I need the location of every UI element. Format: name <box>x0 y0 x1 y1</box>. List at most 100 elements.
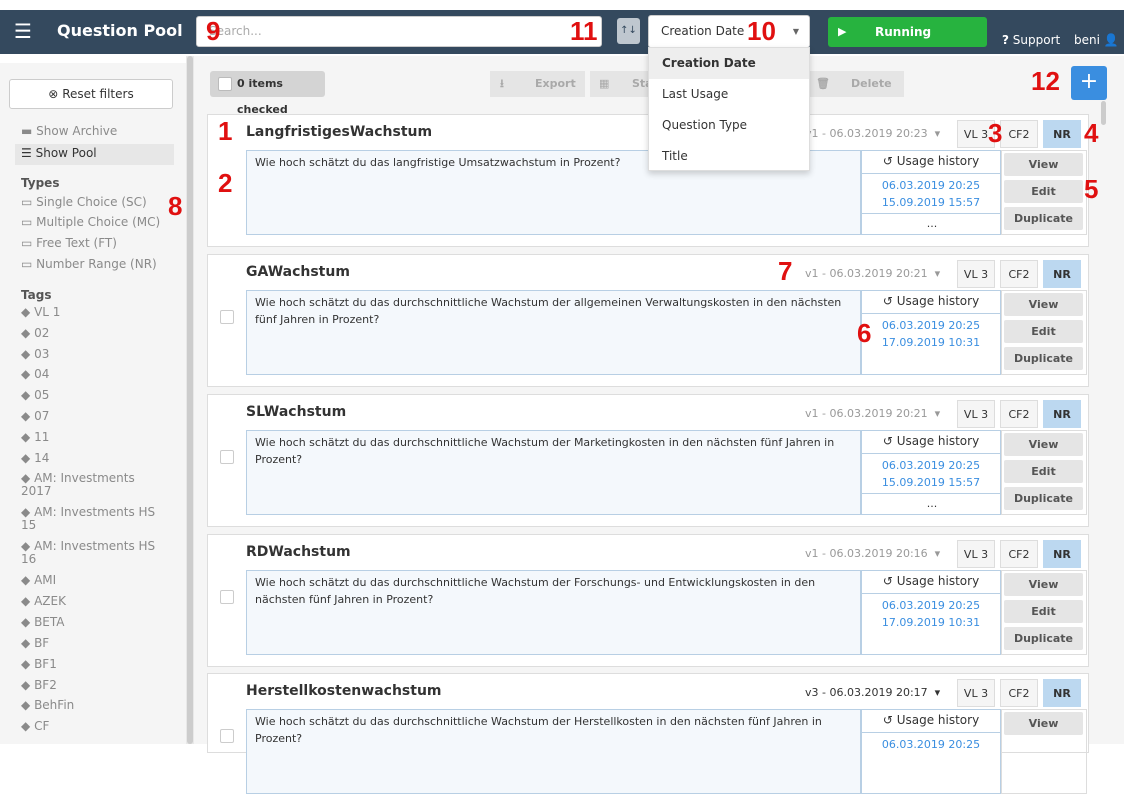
usage-date[interactable]: 17.09.2019 10:31 <box>862 614 1000 631</box>
sidebar-show-archive[interactable]: ▬ Show Archive <box>21 124 117 138</box>
tag-filter[interactable]: ◆ CF <box>21 719 49 733</box>
usage-date[interactable]: 06.03.2019 20:25 <box>862 733 1000 753</box>
question-checkbox[interactable] <box>220 450 234 464</box>
usage-date[interactable]: 15.09.2019 15:57 <box>862 194 1000 211</box>
tag-filter[interactable]: ◆ BehFin <box>21 698 74 712</box>
action-buttons: View <box>1001 709 1087 794</box>
action-buttons: View Edit Duplicate <box>1001 430 1087 515</box>
tag-filter[interactable]: ◆ 04 <box>21 367 49 381</box>
usage-date[interactable]: 06.03.2019 20:25 <box>862 454 1000 474</box>
question-title[interactable]: Herstellkostenwachstum <box>246 683 442 699</box>
version-select[interactable]: v3 - 06.03.2019 20:17 ▾ <box>805 686 940 699</box>
question-title[interactable]: RDWachstum <box>246 544 351 560</box>
delete-button[interactable]: 🗑 Delete <box>810 71 904 97</box>
main-scrollbar[interactable] <box>1101 101 1106 125</box>
question-title[interactable]: GAWachstum <box>246 264 350 280</box>
folder-icon: ▭ <box>21 215 33 229</box>
tag-badge: CF2 <box>1000 120 1038 148</box>
tag-filter[interactable]: ◆ BF <box>21 636 49 650</box>
tag-filter[interactable]: ◆ 05 <box>21 388 49 402</box>
version-select[interactable]: v1 - 06.03.2019 20:23 ▾ <box>805 127 940 140</box>
tag-filter[interactable]: ◆ 02 <box>21 326 49 340</box>
tag-icon: ◆ <box>21 430 31 444</box>
usage-more[interactable]: ... <box>862 493 1002 515</box>
statistics-button[interactable]: ▦Statistics <box>590 71 650 97</box>
sort-option[interactable]: Title <box>649 141 809 172</box>
view-button[interactable]: View <box>1004 153 1083 176</box>
usage-date[interactable]: 17.09.2019 10:31 <box>862 334 1000 351</box>
question-text: Wie hoch schätzt du das durchschnittlich… <box>246 430 861 515</box>
tag-filter[interactable]: ◆ AM: Investments HS 16 <box>21 540 161 566</box>
tag-filter[interactable]: ◆ AZEK <box>21 594 66 608</box>
version-label: v1 - 06.03.2019 20:21 <box>805 407 928 420</box>
tag-filter[interactable]: ◆ VL 1 <box>21 305 60 319</box>
tag-filter[interactable]: ◆ 11 <box>21 430 49 444</box>
duplicate-button[interactable]: Duplicate <box>1004 207 1083 230</box>
sort-select[interactable]: Creation Date ▼ <box>648 15 810 48</box>
folder-icon: ▭ <box>21 236 33 250</box>
checkbox[interactable] <box>218 77 232 91</box>
tag-icon: ◆ <box>21 305 31 319</box>
tag-filter[interactable]: ◆ AMI <box>21 573 56 587</box>
tag-filter[interactable]: ◆ BF1 <box>21 657 57 671</box>
edit-button[interactable]: Edit <box>1004 460 1083 483</box>
edit-button[interactable]: Edit <box>1004 320 1083 343</box>
version-select[interactable]: v1 - 06.03.2019 20:16 ▾ <box>805 547 940 560</box>
type-filter-mc[interactable]: ▭ Multiple Choice (MC) <box>21 215 160 229</box>
reset-filters-button[interactable]: ⊗ Reset filters <box>9 79 173 109</box>
type-filter-ft[interactable]: ▭ Free Text (FT) <box>21 236 117 250</box>
usage-date[interactable]: 06.03.2019 20:25 <box>862 314 1000 334</box>
tag-filter[interactable]: ◆ BF2 <box>21 678 57 692</box>
question-checkbox[interactable] <box>220 590 234 604</box>
view-button[interactable]: View <box>1004 293 1083 316</box>
edit-button[interactable]: Edit <box>1004 180 1083 203</box>
duplicate-button[interactable]: Duplicate <box>1004 347 1083 370</box>
running-session-button[interactable]: ▶Running Session <box>828 17 987 69</box>
question-title[interactable]: SLWachstum <box>246 404 346 420</box>
add-question-button[interactable]: + <box>1071 66 1107 100</box>
user-menu[interactable]: beni 👤 <box>1074 33 1119 47</box>
tag-filter[interactable]: ◆ AM: Investments HS 15 <box>21 506 161 532</box>
version-select[interactable]: v1 - 06.03.2019 20:21 ▾ <box>805 267 940 280</box>
tag-filter[interactable]: ◆ AM: Investments 2017 <box>21 472 161 498</box>
support-link[interactable]: ? Support <box>1002 33 1060 47</box>
usage-history: ↺ Usage history 06.03.2019 20:25 17.09.2… <box>861 570 1001 655</box>
view-button[interactable]: View <box>1004 573 1083 596</box>
view-button[interactable]: View <box>1004 433 1083 456</box>
sidebar-scrollbar-thumb[interactable] <box>187 56 193 744</box>
action-buttons: View Edit Duplicate <box>1001 570 1087 655</box>
tag-filter[interactable]: ◆ 07 <box>21 409 49 423</box>
search-input[interactable]: Search... <box>196 16 602 47</box>
edit-button[interactable]: Edit <box>1004 600 1083 623</box>
question-checkbox[interactable] <box>220 729 234 743</box>
sort-direction-button[interactable]: ↑↓ <box>617 18 640 44</box>
question-checkbox[interactable] <box>220 310 234 324</box>
type-filter-nr[interactable]: ▭ Number Range (NR) <box>21 257 157 271</box>
check-all-button[interactable]: 0 items checked <box>210 71 325 116</box>
question-title[interactable]: LangfristigesWachstum <box>246 124 432 140</box>
menu-icon[interactable]: ☰ <box>14 21 34 41</box>
usage-history-header: ↺ Usage history <box>862 571 1000 594</box>
app-title: Question Pool <box>57 21 183 40</box>
usage-date[interactable]: 06.03.2019 20:25 <box>862 594 1000 614</box>
sort-option[interactable]: Question Type <box>649 110 809 141</box>
duplicate-button[interactable]: Duplicate <box>1004 487 1083 510</box>
duplicate-button[interactable]: Duplicate <box>1004 627 1083 650</box>
tag-filter[interactable]: ◆ 03 <box>21 347 49 361</box>
sort-option[interactable]: Last Usage <box>649 79 809 110</box>
annotation-number: 3 <box>988 118 1003 148</box>
view-button[interactable]: View <box>1004 712 1083 735</box>
usage-date[interactable]: 06.03.2019 20:25 <box>862 174 1000 194</box>
sort-option[interactable]: Creation Date <box>649 48 809 79</box>
version-select[interactable]: v1 - 06.03.2019 20:21 ▾ <box>805 407 940 420</box>
type-filter-sc[interactable]: ▭ Single Choice (SC) <box>21 195 147 209</box>
calculator-icon: ▦ <box>599 77 610 90</box>
sidebar-scrollbar[interactable] <box>186 56 194 744</box>
usage-more[interactable]: ... <box>862 213 1002 235</box>
export-button[interactable]: ⭳ Export <box>490 71 585 97</box>
tag-filter[interactable]: ◆ 14 <box>21 451 49 465</box>
usage-date[interactable]: 15.09.2019 15:57 <box>862 474 1000 491</box>
sidebar-show-pool[interactable]: ☰ Show Pool <box>21 146 97 160</box>
tag-label: 03 <box>34 347 50 361</box>
tag-filter[interactable]: ◆ BETA <box>21 615 64 629</box>
